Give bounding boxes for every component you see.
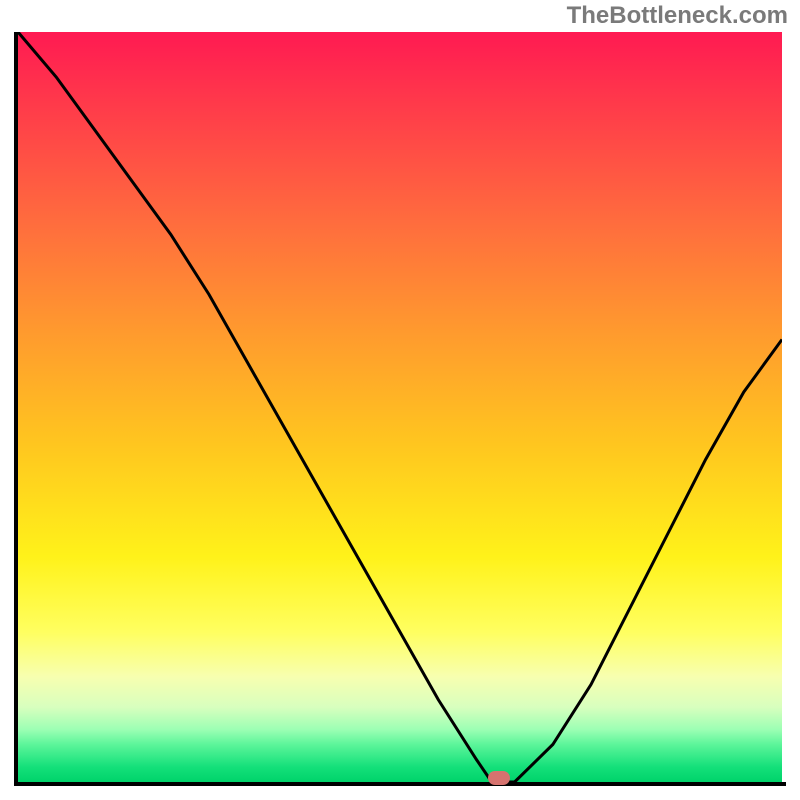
bottleneck-curve <box>18 32 782 782</box>
attribution-text: TheBottleneck.com <box>567 2 788 30</box>
optimal-marker <box>488 771 510 785</box>
x-axis <box>14 782 786 786</box>
chart-container: TheBottleneck.com <box>0 0 800 800</box>
